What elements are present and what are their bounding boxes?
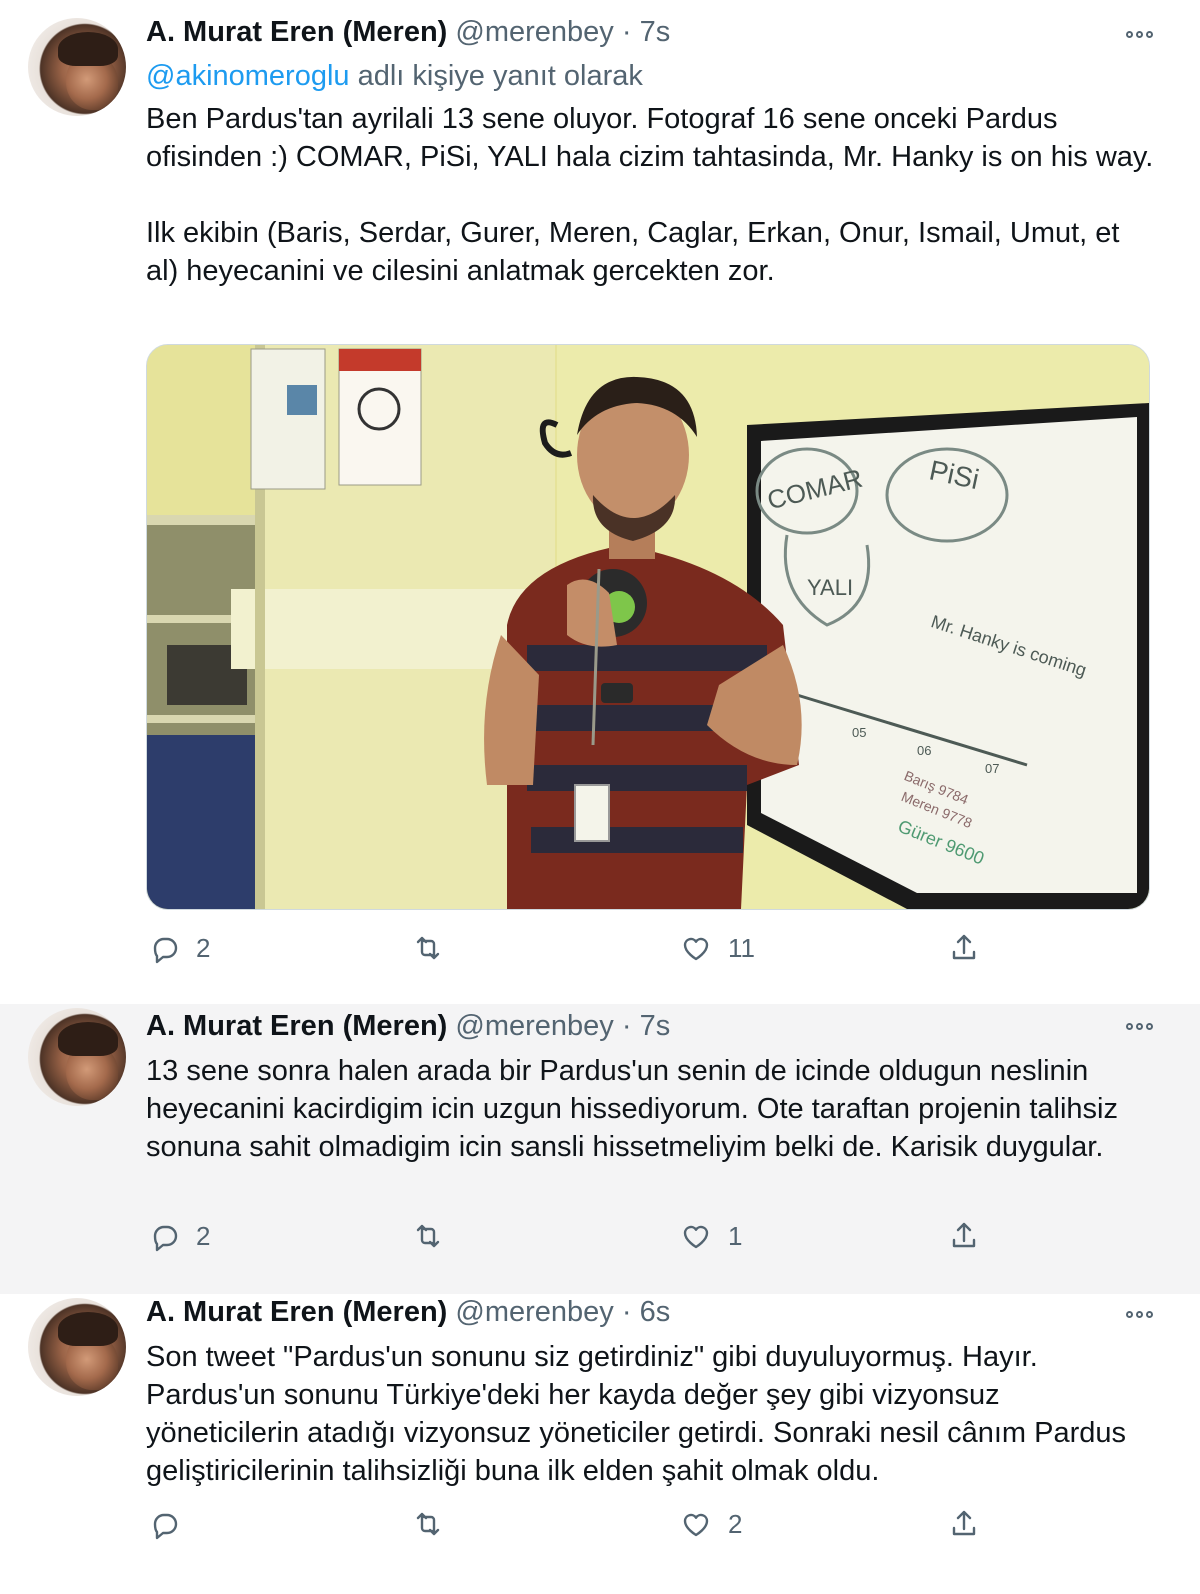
- author-handle[interactable]: @merenbey: [455, 1010, 613, 1042]
- tweet-actions: 2 11: [146, 930, 996, 970]
- reply-context: @akinomeroglu adlı kişiye yanıt olarak: [146, 60, 643, 93]
- share-icon: [952, 1222, 976, 1248]
- like-button[interactable]: 11: [678, 930, 755, 966]
- author-name[interactable]: A. Murat Eren (Meren): [146, 16, 447, 48]
- mention-link[interactable]: @akinomeroglu: [146, 60, 350, 92]
- tweet-header: A. Murat Eren (Meren) @merenbey · 6s: [146, 1296, 670, 1329]
- heart-icon: [683, 937, 709, 961]
- like-button[interactable]: 2: [678, 1506, 742, 1542]
- like-button[interactable]: 1: [678, 1218, 742, 1254]
- heart-icon: [683, 1513, 709, 1537]
- avatar[interactable]: [28, 1298, 126, 1396]
- whiteboard-label-yali: YALI: [807, 575, 853, 600]
- reply-button[interactable]: [146, 1506, 196, 1542]
- like-count: 1: [728, 1220, 743, 1251]
- retweet-button[interactable]: [410, 1218, 460, 1254]
- reply-count: 2: [196, 932, 211, 963]
- heart-icon: [683, 1225, 709, 1249]
- whiteboard-tick-07: 07: [985, 761, 999, 776]
- share-icon: [952, 934, 976, 960]
- author-handle[interactable]: @merenbey: [455, 16, 613, 48]
- reply-button[interactable]: 2: [146, 930, 210, 966]
- tweet-actions: 2 1: [146, 1218, 996, 1258]
- reply-count: 2: [196, 1220, 211, 1251]
- share-icon: [952, 1510, 976, 1536]
- whiteboard-tick-06: 06: [917, 743, 931, 758]
- tweet-actions: 2: [146, 1506, 996, 1546]
- author-handle[interactable]: @merenbey: [455, 1296, 613, 1328]
- timestamp[interactable]: 6s: [640, 1296, 671, 1328]
- avatar[interactable]: [28, 18, 126, 116]
- avatar[interactable]: [28, 1008, 126, 1106]
- tweet-text: Ben Pardus'tan ayrilali 13 sene oluyor. …: [146, 103, 1154, 287]
- share-button[interactable]: [946, 1218, 982, 1254]
- retweet-button[interactable]: [410, 930, 460, 966]
- tweet-1[interactable]: A. Murat Eren (Meren) @merenbey · 7s @ak…: [0, 0, 1200, 1004]
- like-count: 2: [728, 1508, 743, 1539]
- reply-icon: [153, 1225, 178, 1252]
- share-button[interactable]: [946, 930, 982, 966]
- retweet-icon: [416, 1512, 440, 1536]
- more-options-icon[interactable]: [1126, 1308, 1160, 1320]
- retweet-icon: [416, 936, 440, 960]
- author-name[interactable]: A. Murat Eren (Meren): [146, 1010, 447, 1042]
- tweet-3[interactable]: A. Murat Eren (Meren) @merenbey · 6s Son…: [0, 1294, 1200, 1594]
- separator-dot: ·: [621, 1296, 632, 1328]
- tweet-text: Son tweet "Pardus'un sonunu siz getirdin…: [146, 1341, 1135, 1487]
- separator-dot: ·: [621, 1010, 632, 1042]
- timestamp[interactable]: 7s: [640, 1010, 671, 1042]
- reply-button[interactable]: 2: [146, 1218, 210, 1254]
- tweet-header: A. Murat Eren (Meren) @merenbey · 7s: [146, 16, 670, 49]
- like-count: 11: [728, 932, 755, 963]
- retweet-button[interactable]: [410, 1506, 460, 1542]
- more-options-icon[interactable]: [1126, 28, 1160, 40]
- reply-icon: [153, 937, 178, 964]
- author-name[interactable]: A. Murat Eren (Meren): [146, 1296, 447, 1328]
- tweet-text: 13 sene sonra halen arada bir Pardus'un …: [146, 1055, 1127, 1163]
- whiteboard-tick-05: 05: [852, 725, 866, 740]
- timestamp[interactable]: 7s: [640, 16, 671, 48]
- more-options-icon[interactable]: [1126, 1020, 1160, 1032]
- tweet-photo[interactable]: COMAR PiSi YALI Mr. Hanky is coming 05 0…: [146, 344, 1150, 910]
- office-photo-illustration: COMAR PiSi YALI Mr. Hanky is coming 05 0…: [147, 345, 1149, 909]
- retweet-icon: [416, 1224, 440, 1248]
- tweet-header: A. Murat Eren (Meren) @merenbey · 7s: [146, 1010, 670, 1043]
- share-button[interactable]: [946, 1506, 982, 1542]
- separator-dot: ·: [621, 16, 632, 48]
- reply-icon: [153, 1513, 178, 1540]
- tweet-2[interactable]: A. Murat Eren (Meren) @merenbey · 7s 13 …: [0, 1004, 1200, 1294]
- reply-context-label: adlı kişiye yanıt olarak: [357, 60, 643, 92]
